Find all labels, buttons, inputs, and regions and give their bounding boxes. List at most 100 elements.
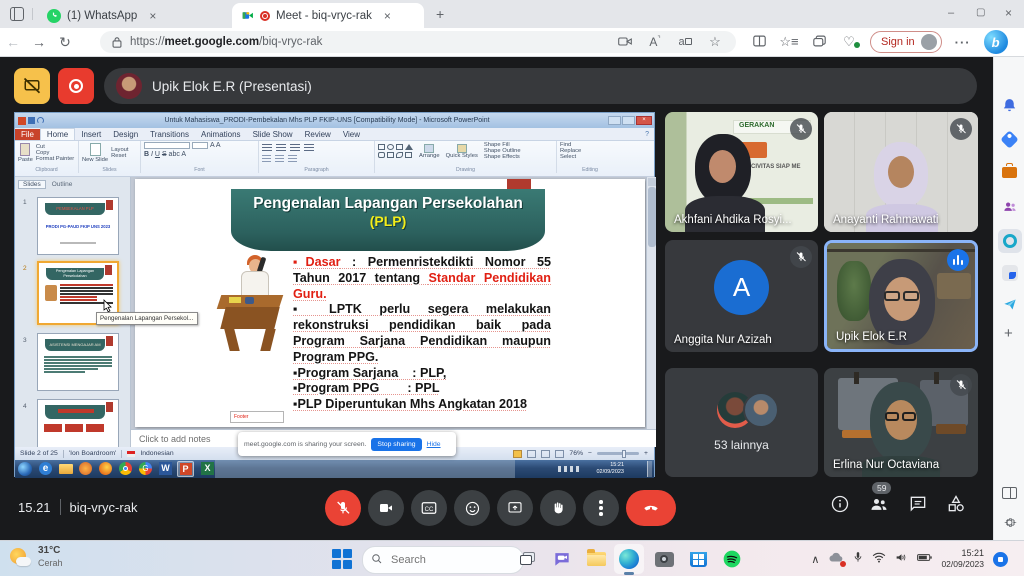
designer-icon[interactable] — [1002, 265, 1018, 281]
ppt-tab-insert: Insert — [75, 129, 107, 140]
ppt-panel-tab-outline: Outline — [48, 181, 77, 188]
drop-icon[interactable] — [1002, 297, 1018, 317]
chat-button[interactable] — [908, 494, 928, 519]
slide-subtitle: (PLP) — [231, 213, 545, 229]
close-window-button[interactable]: × — [1005, 6, 1012, 20]
win7-ie-icon: e — [39, 462, 52, 475]
microsoft-store-icon[interactable] — [686, 547, 710, 571]
captions-button[interactable]: CC — [411, 490, 447, 526]
status-zoom-level: 76% — [569, 450, 583, 457]
whatsapp-icon — [47, 9, 61, 23]
ppt-select-label: Select — [560, 154, 620, 160]
maximize-window-button[interactable]: ▢ — [976, 7, 985, 18]
present-button[interactable] — [497, 490, 533, 526]
participant-tile-erlina[interactable]: Erlina Nur Octaviana — [824, 368, 978, 477]
close-tab-icon[interactable]: × — [149, 9, 156, 23]
back-icon[interactable]: ← — [0, 34, 26, 50]
participant-tile-akhfani[interactable]: GERAKAN CIVITAS SIAP ME Akhfani Ahdika R… — [665, 112, 818, 232]
split-screen-icon[interactable] — [744, 35, 774, 50]
recording-indicator-button[interactable] — [58, 68, 94, 104]
onedrive-cloud-icon[interactable] — [828, 552, 844, 566]
teams-chat-icon[interactable] — [550, 547, 574, 571]
wifi-icon[interactable] — [872, 552, 886, 566]
vertical-tabs-button[interactable] — [10, 7, 24, 21]
camera-app-icon[interactable] — [652, 547, 676, 571]
ppt-group-drawing: Arrange Quick Styles Shape Fill Shape Ou… — [375, 141, 557, 173]
lock-icon[interactable] — [112, 37, 122, 48]
m365-app-icon[interactable] — [1003, 234, 1017, 248]
address-bar[interactable]: https://meet.google.com/biq-vryc-rak A⌝ … — [100, 31, 736, 53]
participant-tile-anayanti[interactable]: Anayanti Rahmawati — [824, 112, 978, 232]
search-input[interactable] — [362, 546, 524, 574]
speaker-icon[interactable] — [895, 552, 908, 566]
participant-tile-upik-speaking[interactable]: Upik Elok E.R — [824, 240, 978, 352]
shopping-tag-icon[interactable] — [1000, 130, 1018, 148]
camera-button[interactable] — [368, 490, 404, 526]
copilot-icon[interactable]: b — [984, 30, 1008, 54]
notes-placeholder: Click to add notes — [139, 434, 211, 444]
raise-hand-button[interactable] — [540, 490, 576, 526]
ppt-minimize-icon — [608, 116, 621, 125]
status-theme: 'Ion Boardroom' — [69, 450, 117, 457]
read-aloud-icon[interactable]: A⌝ — [640, 35, 670, 49]
share-bar-text: meet.google.com is sharing your screen. — [244, 441, 366, 448]
tab-whatsapp[interactable]: (1) WhatsApp × — [38, 3, 228, 28]
tray-clock[interactable]: 15:2102/09/2023 — [941, 548, 984, 570]
file-explorer-icon[interactable] — [584, 547, 608, 571]
browser-essentials-icon[interactable]: ♡ — [834, 34, 864, 50]
tab-meet[interactable]: Meet - biq-vryc-rak × — [232, 3, 424, 28]
notification-badge[interactable] — [993, 552, 1008, 567]
media-controls-icon[interactable] — [610, 35, 640, 50]
weather-widget[interactable]: 31°C Cerah — [8, 545, 63, 570]
participant-tile-others[interactable]: 53 lainnya — [665, 368, 818, 477]
reactions-button[interactable] — [454, 490, 490, 526]
sidebar-settings-gear-icon[interactable] — [1002, 515, 1017, 535]
start-button[interactable] — [330, 547, 354, 571]
favorites-bar-icon[interactable]: ☆≡ — [774, 34, 804, 50]
new-tab-button[interactable]: + — [436, 6, 444, 22]
search-icon — [371, 553, 383, 565]
more-options-button[interactable] — [583, 490, 619, 526]
ppt-restore-icon — [622, 116, 635, 125]
favorite-star-icon[interactable]: ☆ — [700, 34, 730, 50]
end-call-button[interactable] — [626, 490, 676, 526]
info-button[interactable] — [830, 494, 850, 519]
ppt-group-font: A A B I U S abc A Font — [141, 141, 259, 173]
spotify-icon[interactable] — [720, 547, 744, 571]
people-button[interactable]: 59 — [868, 494, 890, 519]
minimize-window-button[interactable]: – — [948, 7, 954, 19]
mouse-cursor — [103, 299, 113, 312]
activities-button[interactable] — [946, 494, 966, 519]
collections-icon[interactable] — [804, 35, 834, 50]
battery-icon[interactable] — [917, 553, 932, 565]
tools-briefcase-icon[interactable] — [1002, 167, 1017, 178]
settings-menu-icon[interactable]: ··· — [948, 35, 978, 50]
presentation-paused-button[interactable] — [14, 68, 50, 104]
slide-title: Pengenalan Lapangan Persekolahan — [231, 195, 545, 213]
translate-icon[interactable]: a — [670, 36, 700, 48]
close-tab-icon[interactable]: × — [384, 9, 391, 23]
ppt-help-icon: ? — [645, 131, 649, 138]
tray-mic-icon[interactable] — [853, 551, 863, 567]
add-sidebar-item-icon[interactable]: + — [1004, 325, 1013, 342]
sign-in-button[interactable]: Sign in — [870, 31, 942, 53]
task-view-icon[interactable] — [516, 547, 540, 571]
participant-tile-anggita[interactable]: A Anggita Nur Azizah — [665, 240, 818, 352]
edge-browser-icon-active[interactable] — [614, 544, 644, 574]
browser-tabstrip: (1) WhatsApp × Meet - biq-vryc-rak × + –… — [0, 0, 1024, 28]
sidebar-panel-icon[interactable] — [1002, 487, 1017, 499]
ppt-group-slides: New Slide Layout Reset Slides — [79, 141, 141, 173]
tray-chevron-icon[interactable]: ∧ — [811, 553, 819, 566]
forward-icon[interactable]: → — [26, 34, 52, 50]
mic-muted-button[interactable] — [325, 490, 361, 526]
win7-firefox-icon — [99, 462, 112, 475]
refresh-icon[interactable]: ↻ — [52, 34, 78, 51]
ppt-panel-tab-slides: Slides — [18, 180, 46, 189]
view-slideshow-icon — [555, 450, 564, 458]
call-controls: CC — [325, 490, 676, 526]
games-people-icon[interactable] — [1002, 199, 1018, 219]
shared-screen-powerpoint[interactable]: Untuk Mahasiswa_PRODI-Pembekalan Mhs PLP… — [14, 112, 655, 477]
taskbar-search[interactable] — [362, 546, 524, 574]
ppt-thumbnail-4 — [37, 399, 119, 447]
notification-bell-icon[interactable] — [1001, 97, 1018, 114]
